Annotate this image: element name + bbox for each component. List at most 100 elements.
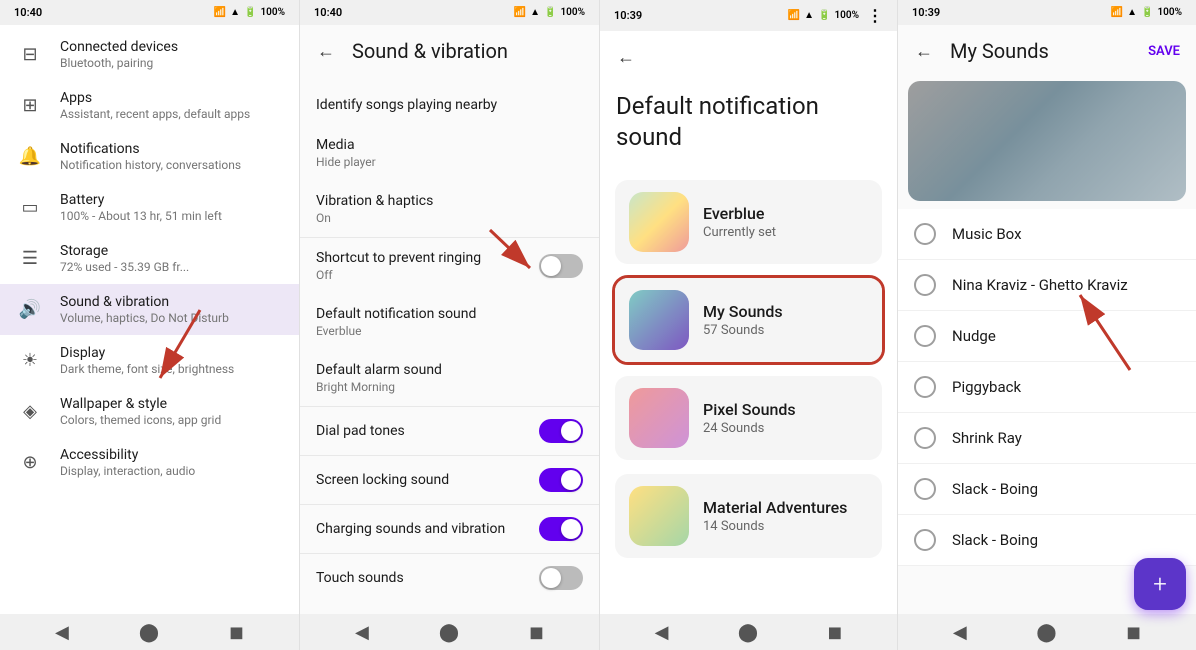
nav-home-4[interactable]: ⬤ bbox=[1036, 622, 1056, 643]
sound-row-media[interactable]: Media Hide player bbox=[300, 125, 599, 181]
panel2-header: ← Sound & vibration bbox=[300, 25, 599, 77]
radio-nudge bbox=[914, 325, 936, 347]
settings-item-wallpaper[interactable]: ◈ Wallpaper & style Colors, themed icons… bbox=[0, 386, 299, 437]
settings-item-battery[interactable]: ▭ Battery 100% - About 13 hr, 51 min lef… bbox=[0, 182, 299, 233]
my-sound-piggyback[interactable]: Piggyback bbox=[898, 362, 1196, 413]
toggle-touch-sounds[interactable] bbox=[539, 566, 583, 590]
settings-item-accessibility[interactable]: ⊕ Accessibility Display, interaction, au… bbox=[0, 437, 299, 488]
my-sound-slack-boing-1[interactable]: Slack - Boing bbox=[898, 464, 1196, 515]
settings-item-storage[interactable]: ☰ Storage 72% used - 35.39 GB fr... bbox=[0, 233, 299, 284]
nav-home-1[interactable]: ⬤ bbox=[139, 622, 159, 643]
tile-sub-pixel: 24 Sounds bbox=[703, 421, 796, 436]
settings-title-apps: Apps bbox=[60, 90, 283, 106]
notification-sound-panel: 10:39 📶 ▲ 🔋 100% ⋮ ← Default notificatio… bbox=[600, 0, 898, 650]
sound-row-vibration-haptics[interactable]: Vibration & haptics On bbox=[300, 181, 599, 237]
settings-icon-sound: 🔊 bbox=[16, 296, 44, 324]
save-button[interactable]: SAVE bbox=[1140, 40, 1188, 63]
nav-recent-2[interactable]: ◼ bbox=[529, 622, 544, 643]
nav-back-2[interactable]: ◀ bbox=[355, 622, 369, 643]
settings-list: ⊟ Connected devices Bluetooth, pairing ⊞… bbox=[0, 25, 299, 614]
nav-recent-3[interactable]: ◼ bbox=[827, 622, 842, 643]
sound-row-sub-vibration-haptics: On bbox=[316, 211, 583, 225]
radio-slack-boing-1 bbox=[914, 478, 936, 500]
settings-item-sound[interactable]: 🔊 Sound & vibration Volume, haptics, Do … bbox=[0, 284, 299, 335]
sound-row-title-media: Media bbox=[316, 137, 583, 153]
settings-icon-connected-devices: ⊟ bbox=[16, 41, 44, 69]
nav-back-1[interactable]: ◀ bbox=[55, 622, 69, 643]
nav-recent-1[interactable]: ◼ bbox=[229, 622, 244, 643]
my-sound-shrink-ray[interactable]: Shrink Ray bbox=[898, 413, 1196, 464]
sound-tile-material[interactable]: Material Adventures 14 Sounds bbox=[612, 471, 885, 561]
tile-sub-everblue: Currently set bbox=[703, 225, 776, 240]
time-2: 10:40 bbox=[314, 6, 342, 19]
panel3-header: ← bbox=[600, 31, 897, 83]
status-icons-3: 📶 ▲ 🔋 100% ⋮ bbox=[788, 6, 883, 25]
settings-item-connected-devices[interactable]: ⊟ Connected devices Bluetooth, pairing bbox=[0, 29, 299, 80]
notification-sound-list: Everblue Currently set My Sounds 57 Soun… bbox=[600, 165, 897, 614]
settings-icon-wallpaper: ◈ bbox=[16, 398, 44, 426]
sound-tile-mysounds[interactable]: My Sounds 57 Sounds bbox=[612, 275, 885, 365]
status-icons-4: 📶 ▲ 🔋 100% bbox=[1111, 7, 1182, 18]
settings-sub-sound: Volume, haptics, Do Not Disturb bbox=[60, 311, 283, 325]
battery-pct-4: 100% bbox=[1157, 7, 1182, 18]
tile-icon-mysounds bbox=[629, 290, 689, 350]
back-button-3[interactable]: ← bbox=[608, 39, 644, 75]
nav-recent-4[interactable]: ◼ bbox=[1126, 622, 1141, 643]
settings-item-apps[interactable]: ⊞ Apps Assistant, recent apps, default a… bbox=[0, 80, 299, 131]
radio-piggyback bbox=[914, 376, 936, 398]
my-sounds-panel: 10:39 📶 ▲ 🔋 100% ← My Sounds SAVE Music … bbox=[898, 0, 1196, 650]
sound-tile-pixel[interactable]: Pixel Sounds 24 Sounds bbox=[612, 373, 885, 463]
back-button-2[interactable]: ← bbox=[308, 33, 344, 69]
sound-row-title-vibration-haptics: Vibration & haptics bbox=[316, 193, 583, 209]
sound-row-default-alarm[interactable]: Default alarm sound Bright Morning bbox=[300, 350, 599, 406]
settings-item-display[interactable]: ☀ Display Dark theme, font size, brightn… bbox=[0, 335, 299, 386]
status-bar-3: 10:39 📶 ▲ 🔋 100% ⋮ bbox=[600, 0, 897, 31]
tile-title-pixel: Pixel Sounds bbox=[703, 400, 796, 419]
back-button-4[interactable]: ← bbox=[906, 33, 942, 69]
settings-icon-storage: ☰ bbox=[16, 245, 44, 273]
radio-slack-boing-2 bbox=[914, 529, 936, 551]
wifi-icon-2: 📶 bbox=[514, 7, 526, 18]
tile-sub-material: 14 Sounds bbox=[703, 519, 847, 534]
sound-row-dialpad-tones[interactable]: Dial pad tones bbox=[300, 406, 599, 455]
settings-title-accessibility: Accessibility bbox=[60, 447, 283, 463]
status-icons-1: 📶 ▲ 🔋 100% bbox=[214, 7, 285, 18]
tile-icon-material bbox=[629, 486, 689, 546]
toggle-screen-locking[interactable] bbox=[539, 468, 583, 492]
toggle-charging-sounds[interactable] bbox=[539, 517, 583, 541]
sound-row-charging-sounds[interactable]: Charging sounds and vibration bbox=[300, 504, 599, 553]
nav-back-4[interactable]: ◀ bbox=[953, 622, 967, 643]
sound-row-screen-locking[interactable]: Screen locking sound bbox=[300, 455, 599, 504]
signal-icon-3: ▲ bbox=[804, 10, 814, 21]
settings-panel: 10:40 📶 ▲ 🔋 100% ⊟ Connected devices Blu… bbox=[0, 0, 300, 650]
settings-sub-battery: 100% - About 13 hr, 51 min left bbox=[60, 209, 283, 223]
sound-row-shortcut-prevent[interactable]: Shortcut to prevent ringing Off bbox=[300, 237, 599, 294]
more-icon-3[interactable]: ⋮ bbox=[867, 6, 883, 25]
my-sound-nudge[interactable]: Nudge bbox=[898, 311, 1196, 362]
sound-row-nearby-share[interactable]: Identify songs playing nearby bbox=[300, 85, 599, 125]
sound-row-touch-sounds[interactable]: Touch sounds bbox=[300, 553, 599, 602]
settings-title-display: Display bbox=[60, 345, 283, 361]
tile-sub-mysounds: 57 Sounds bbox=[703, 323, 783, 338]
my-sound-music-box[interactable]: Music Box bbox=[898, 209, 1196, 260]
add-sound-fab[interactable]: + bbox=[1134, 558, 1186, 610]
my-sound-nina-kraviz[interactable]: Nina Kraviz - Ghetto Kraviz bbox=[898, 260, 1196, 311]
sound-row-default-notification[interactable]: Default notification sound Everblue bbox=[300, 294, 599, 350]
sound-tile-everblue[interactable]: Everblue Currently set bbox=[612, 177, 885, 267]
settings-title-sound: Sound & vibration bbox=[60, 294, 283, 310]
settings-item-notifications[interactable]: 🔔 Notifications Notification history, co… bbox=[0, 131, 299, 182]
settings-icon-apps: ⊞ bbox=[16, 92, 44, 120]
settings-sub-display: Dark theme, font size, brightness bbox=[60, 362, 283, 376]
sound-row-title-nearby-share: Identify songs playing nearby bbox=[316, 97, 583, 113]
nav-back-3[interactable]: ◀ bbox=[655, 622, 669, 643]
settings-icon-display: ☀ bbox=[16, 347, 44, 375]
nav-home-3[interactable]: ⬤ bbox=[738, 622, 758, 643]
toggle-dialpad-tones[interactable] bbox=[539, 419, 583, 443]
toggle-shortcut-prevent[interactable] bbox=[539, 254, 583, 278]
sound-row-title-shortcut-prevent: Shortcut to prevent ringing bbox=[316, 250, 539, 266]
toggle-thumb-dialpad-tones bbox=[561, 421, 581, 441]
wifi-icon-3: 📶 bbox=[788, 10, 800, 21]
battery-pct-3: 100% bbox=[834, 10, 859, 21]
sound-vibration-list: Identify songs playing nearby Media Hide… bbox=[300, 77, 599, 614]
nav-home-2[interactable]: ⬤ bbox=[439, 622, 459, 643]
